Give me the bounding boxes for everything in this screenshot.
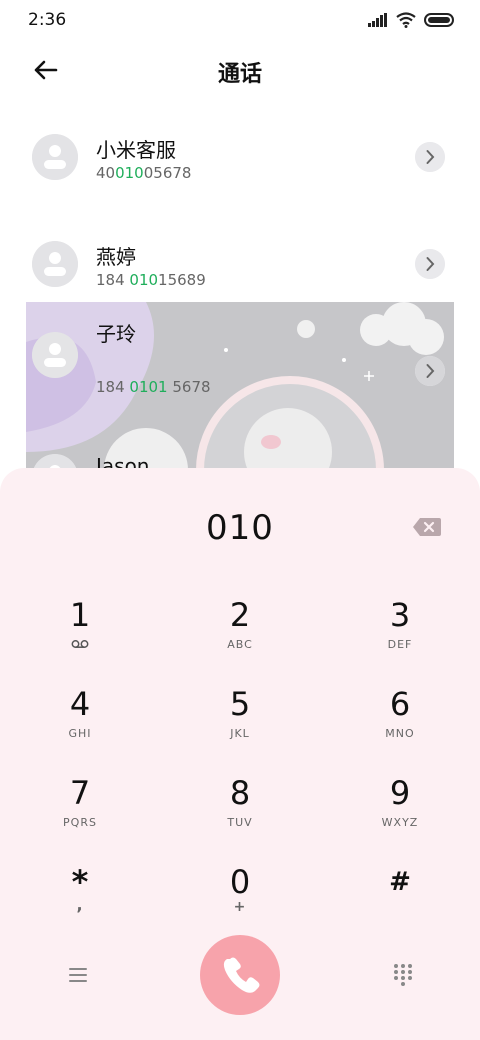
key-9[interactable]: 9 WXYZ — [340, 774, 460, 854]
contact-row[interactable]: 子玲 184 0101 5678 — [0, 302, 480, 408]
status-icons — [368, 12, 454, 28]
match-highlight: 010 — [129, 271, 159, 289]
match-highlight: 010 — [115, 164, 144, 182]
chevron-right-icon[interactable] — [415, 249, 445, 279]
contact-name: 小米客服 — [96, 138, 176, 162]
key-5[interactable]: 5 JKL — [180, 685, 300, 765]
contact-name: 子玲 — [96, 322, 136, 346]
wifi-icon — [396, 12, 416, 28]
key-4[interactable]: 4 GHI — [20, 685, 140, 765]
signal-icon — [368, 13, 387, 27]
key-8[interactable]: 8 TUV — [180, 774, 300, 854]
contact-number: 184 0101 5678 — [96, 378, 211, 396]
avatar-icon — [32, 332, 78, 378]
key-2[interactable]: 2 ABC — [180, 596, 300, 676]
dial-pad: 010 1 2 ABC 3 DEF 4 GHI 5 JKL 6 MNO 7 PQRS 8 TU… — [0, 468, 480, 1040]
key-6[interactable]: 6 MNO — [340, 685, 460, 765]
status-time: 2:36 — [28, 10, 67, 30]
contact-name: 燕婷 — [96, 245, 136, 269]
key-0[interactable]: 0 + — [180, 863, 300, 943]
voicemail-icon — [71, 640, 89, 648]
key-1[interactable]: 1 — [20, 596, 140, 676]
backspace-icon[interactable] — [412, 516, 442, 538]
contact-row[interactable]: 小米客服 4001005678 — [0, 104, 480, 210]
top-bar: 通话 — [0, 40, 480, 100]
chevron-right-icon[interactable] — [415, 356, 445, 386]
status-bar: 2:36 — [0, 0, 480, 40]
contact-number: 184 01015689 — [96, 271, 206, 289]
key-star[interactable]: *, — [20, 863, 140, 943]
match-highlight: 0101 — [129, 378, 168, 396]
avatar-icon — [32, 134, 78, 180]
avatar-icon — [32, 241, 78, 287]
dialed-number: 010 — [206, 508, 274, 548]
call-button[interactable] — [200, 935, 280, 1015]
key-7[interactable]: 7 PQRS — [20, 774, 140, 854]
phone-icon — [223, 957, 260, 993]
menu-icon[interactable] — [66, 965, 90, 985]
contact-number: 4001005678 — [96, 164, 192, 182]
battery-icon — [424, 13, 454, 27]
chevron-right-icon[interactable] — [415, 142, 445, 172]
dialpad-grid-icon[interactable] — [392, 963, 414, 987]
key-3[interactable]: 3 DEF — [340, 596, 460, 676]
key-hash[interactable]: # — [340, 863, 460, 943]
page-title: 通话 — [217, 62, 262, 87]
